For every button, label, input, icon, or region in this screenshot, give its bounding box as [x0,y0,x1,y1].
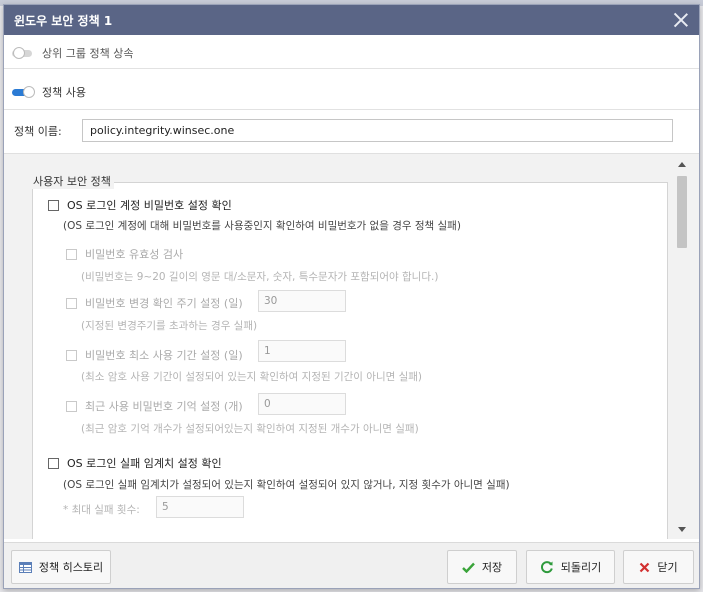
close-x-icon [639,562,650,573]
check-login-password[interactable]: OS 로그인 계정 비밀번호 설정 확인 [48,197,232,213]
min-age-input[interactable]: 1 [258,340,346,362]
refresh-icon [540,560,554,574]
table-icon [18,561,32,573]
save-button[interactable]: 저장 [447,550,517,584]
close-label: 닫기 [657,561,678,574]
policy-history-button[interactable]: 정책 히스토리 [11,550,111,584]
policy-name-label: 정책 이름: [14,124,62,138]
dialog-footer: 정책 히스토리 저장 되돌리기 닫기 [4,542,699,588]
enable-toggle-row: 정책 사용 [12,84,86,100]
revert-label: 되돌리기 [560,561,602,574]
policy-name-input[interactable] [82,119,673,142]
policy-name-row: 정책 이름: [14,119,673,142]
divider [4,68,699,69]
check-password-history[interactable]: 최근 사용 비밀번호 기억 설정 (개) [66,398,243,414]
inherit-policy-label: 상위 그룹 정책 상속 [42,47,134,60]
check-password-validity[interactable]: 비밀번호 유효성 검사 [66,246,183,262]
inherit-policy-toggle[interactable] [12,47,34,59]
dialog-titlebar: 윈도우 보안 정책 1 [4,5,699,35]
max-fail-label: * 최대 실패 횟수: [63,504,140,516]
checkbox[interactable] [66,349,77,361]
check-description: (지정된 변경주기를 초과하는 경우 실패) [81,320,258,332]
check-label: OS 로그인 실패 임계치 설정 확인 [67,457,222,470]
check-password-min-age[interactable]: 비밀번호 최소 사용 기간 설정 (일) [66,347,243,363]
policy-history-label: 정책 히스토리 [38,561,104,574]
check-description: (최소 암호 사용 기간이 설정되어 있는지 확인하여 지정된 기간이 아니면 … [81,371,423,383]
user-security-legend: 사용자 보안 정책 [30,173,114,189]
check-icon [462,562,475,573]
revert-button[interactable]: 되돌리기 [526,550,615,584]
inherit-toggle-row: 상위 그룹 정책 상속 [12,45,133,61]
save-label: 저장 [481,561,503,574]
checkbox[interactable] [66,297,77,309]
checkbox[interactable] [48,199,59,211]
max-fail-input[interactable]: 5 [156,496,244,518]
check-description: (OS 로그인 실패 임계치가 설정되어 있는지 확인하여 설정되어 있지 않거… [63,479,510,491]
check-label: 비밀번호 유효성 검사 [85,248,184,261]
policy-dialog: 윈도우 보안 정책 1 상위 그룹 정책 상속 정책 사용 정책 이름: 사용자… [3,4,700,589]
check-login-failure-threshold[interactable]: OS 로그인 실패 임계치 설정 확인 [48,455,222,471]
checkbox[interactable] [66,248,77,260]
vertical-scrollbar[interactable] [675,154,689,539]
check-description: (최근 암호 기억 개수가 설정되어있는지 확인하여 지정된 개수가 아니면 실… [81,423,419,435]
checkbox[interactable] [66,400,77,412]
enable-policy-label: 정책 사용 [42,86,86,99]
check-description: (OS 로그인 계정에 대해 비밀번호를 사용중인지 확인하여 비밀번호가 없을… [63,220,461,232]
scroll-down-icon[interactable] [678,527,686,532]
policy-settings-panel: 사용자 보안 정책 OS 로그인 계정 비밀번호 설정 확인 (OS 로그인 계… [4,153,699,539]
history-count-input[interactable]: 0 [258,393,346,415]
checkbox[interactable] [48,457,59,469]
scroll-thumb[interactable] [677,176,687,248]
check-label: 최근 사용 비밀번호 기억 설정 (개) [85,400,243,413]
scroll-content: 사용자 보안 정책 OS 로그인 계정 비밀번호 설정 확인 (OS 로그인 계… [4,154,674,539]
dialog-title: 윈도우 보안 정책 1 [14,13,113,28]
scroll-up-icon[interactable] [678,162,686,167]
close-button[interactable]: 닫기 [623,550,694,584]
divider [4,109,699,110]
check-label: OS 로그인 계정 비밀번호 설정 확인 [67,199,232,212]
check-label: 비밀번호 변경 확인 주기 설정 (일) [85,297,243,310]
close-icon[interactable] [671,10,691,30]
check-label: 비밀번호 최소 사용 기간 설정 (일) [85,349,243,362]
enable-policy-toggle[interactable] [12,86,35,98]
check-description: (비밀번호는 9~20 길이의 영문 대/소문자, 숫자, 특수문자가 포함되어… [81,271,439,283]
change-cycle-input[interactable]: 30 [258,290,346,312]
check-password-change-cycle[interactable]: 비밀번호 변경 확인 주기 설정 (일) [66,295,243,311]
